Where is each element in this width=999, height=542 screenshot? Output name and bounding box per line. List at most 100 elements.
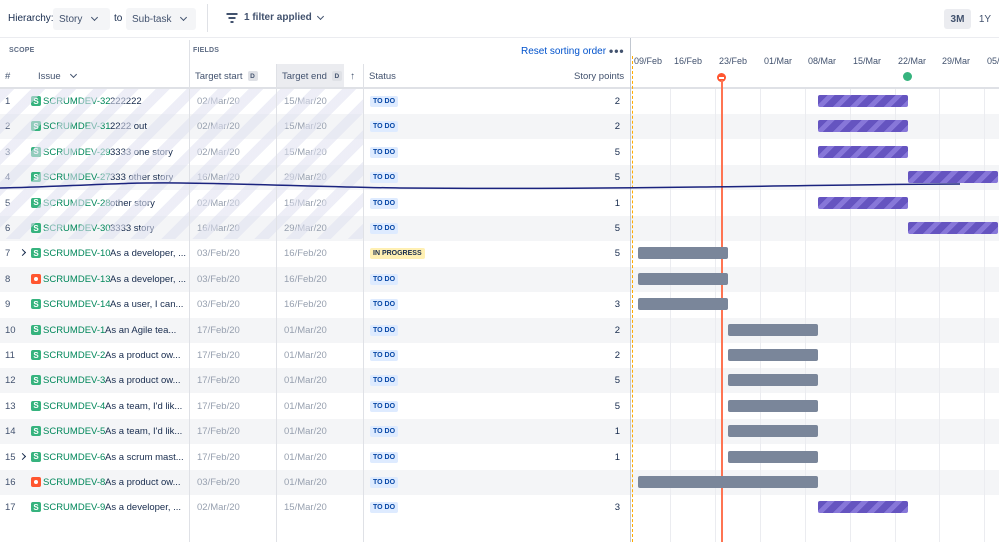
story-points-value[interactable]: 3 — [570, 495, 620, 520]
timeline-bar[interactable] — [728, 399, 819, 412]
status-badge[interactable]: TO DO — [370, 299, 399, 311]
story-points-value[interactable]: 2 — [570, 343, 620, 368]
target-end-value[interactable]: 15/Mar/20 — [284, 191, 327, 216]
issue-summary[interactable]: As a developer, ... — [110, 267, 186, 292]
timeline-bar[interactable] — [908, 171, 999, 184]
issue-summary[interactable]: As a team, I'd lik... — [105, 419, 182, 444]
issue-summary[interactable]: 2222 out — [110, 114, 147, 139]
target-start-value[interactable]: 03/Feb/20 — [197, 470, 240, 495]
status-badge[interactable]: TO DO — [370, 273, 399, 285]
target-start-value[interactable]: 17/Feb/20 — [197, 419, 240, 444]
column-target-start[interactable]: Target start D — [190, 64, 277, 88]
timeline-bar[interactable] — [728, 349, 819, 361]
issue-summary[interactable]: As a product ow... — [105, 343, 181, 368]
status-badge[interactable]: TO DO — [370, 121, 399, 133]
sort-ascending-icon[interactable]: ↑ — [350, 71, 355, 82]
story-points-value[interactable]: 5 — [570, 394, 620, 419]
target-start-value[interactable]: 02/Mar/20 — [197, 140, 240, 165]
status-badge[interactable]: TO DO — [370, 502, 399, 514]
reset-sorting-link[interactable]: Reset sorting order — [521, 46, 606, 57]
target-start-value[interactable]: 03/Feb/20 — [197, 267, 240, 292]
chevron-right-icon[interactable] — [18, 452, 27, 460]
issue-summary[interactable]: As a developer, ... — [105, 495, 181, 520]
story-points-value[interactable]: 5 — [570, 216, 620, 241]
timeline-bar[interactable] — [818, 95, 909, 107]
issue-summary[interactable]: As a product ow... — [105, 470, 181, 495]
issue-summary[interactable]: As a team, I'd lik... — [105, 394, 182, 419]
story-points-value[interactable]: 1 — [570, 445, 620, 470]
target-start-value[interactable]: 17/Feb/20 — [197, 318, 240, 343]
issue-key-link[interactable]: SCRUMDEV-1 — [43, 318, 105, 343]
zoom-3m-button[interactable]: 3M — [944, 9, 971, 29]
timeline-bar[interactable] — [818, 501, 909, 514]
story-points-value[interactable]: 2 — [570, 114, 620, 139]
story-points-value[interactable]: 1 — [570, 191, 620, 216]
target-end-value[interactable]: 15/Mar/20 — [284, 114, 327, 139]
hierarchy-from-select[interactable]: Story — [53, 8, 110, 30]
target-end-value[interactable]: 16/Feb/20 — [284, 241, 327, 266]
target-end-value[interactable]: 29/Mar/20 — [284, 165, 327, 190]
target-start-value[interactable]: 02/Mar/20 — [197, 495, 240, 520]
release-marker-icon[interactable] — [903, 72, 912, 81]
status-badge[interactable]: TO DO — [370, 477, 399, 488]
target-end-value[interactable]: 15/Mar/20 — [284, 495, 327, 520]
status-badge[interactable]: TO DO — [370, 400, 399, 412]
target-start-value[interactable]: 16/Mar/20 — [197, 165, 240, 190]
status-badge[interactable]: TO DO — [370, 350, 399, 361]
target-start-value[interactable]: 16/Mar/20 — [197, 216, 240, 241]
timeline-bar[interactable] — [818, 196, 909, 209]
target-start-value[interactable]: 03/Feb/20 — [197, 292, 240, 317]
issue-summary[interactable]: As an Agile tea... — [105, 318, 176, 343]
target-end-value[interactable]: 16/Feb/20 — [284, 267, 327, 292]
issue-key-link[interactable]: SCRUMDEV-10 — [43, 241, 111, 266]
issue-summary[interactable]: As a product ow... — [105, 368, 181, 393]
target-start-value[interactable]: 02/Mar/20 — [197, 114, 240, 139]
target-start-value[interactable]: 17/Feb/20 — [197, 394, 240, 419]
target-end-value[interactable]: 15/Mar/20 — [284, 140, 327, 165]
target-end-value[interactable]: 01/Mar/20 — [284, 394, 327, 419]
issue-summary[interactable]: other story — [110, 191, 155, 216]
issue-key-link[interactable]: SCRUMDEV-28 — [43, 191, 111, 216]
issue-key-link[interactable]: SCRUMDEV-3 — [43, 368, 105, 393]
status-badge[interactable]: TO DO — [370, 426, 399, 438]
target-start-value[interactable]: 02/Mar/20 — [197, 89, 240, 114]
target-start-value[interactable]: 02/Mar/20 — [197, 191, 240, 216]
status-badge[interactable]: TO DO — [370, 451, 399, 463]
issue-summary[interactable]: 222222 — [110, 89, 142, 114]
issue-key-link[interactable]: SCRUMDEV-9 — [43, 495, 105, 520]
issue-summary[interactable]: 333 other story — [110, 165, 173, 190]
issue-key-link[interactable]: SCRUMDEV-6 — [43, 445, 105, 470]
issue-key-link[interactable]: SCRUMDEV-31 — [43, 114, 111, 139]
story-points-value[interactable]: 1 — [570, 419, 620, 444]
timeline-bar[interactable] — [908, 222, 999, 234]
issue-key-link[interactable]: SCRUMDEV-8 — [43, 470, 105, 495]
status-badge[interactable]: TO DO — [370, 172, 399, 184]
story-points-value[interactable] — [570, 470, 620, 495]
column-target-end[interactable]: Target end D — [277, 64, 344, 88]
timeline-bar[interactable] — [728, 450, 819, 463]
timeline-bar[interactable] — [638, 247, 729, 260]
issue-summary[interactable]: As a developer, ... — [110, 241, 186, 266]
issue-key-link[interactable]: SCRUMDEV-2 — [43, 343, 105, 368]
timeline-bar[interactable] — [728, 425, 819, 438]
story-points-value[interactable]: 5 — [570, 165, 620, 190]
issue-key-link[interactable]: SCRUMDEV-5 — [43, 419, 105, 444]
column-status[interactable]: Status — [369, 64, 396, 88]
target-start-value[interactable]: 03/Feb/20 — [197, 241, 240, 266]
chevron-right-icon[interactable] — [18, 249, 27, 257]
status-badge[interactable]: TO DO — [370, 146, 399, 158]
timeline-bar[interactable] — [728, 374, 819, 387]
timeline-bar[interactable] — [638, 272, 729, 285]
target-start-value[interactable]: 17/Feb/20 — [197, 343, 240, 368]
filter-button[interactable]: 1 filter applied — [226, 12, 324, 23]
status-badge[interactable]: TO DO — [370, 324, 399, 336]
issue-key-link[interactable]: SCRUMDEV-27 — [43, 165, 111, 190]
status-badge[interactable]: TO DO — [370, 96, 399, 107]
status-badge[interactable]: TO DO — [370, 223, 399, 234]
timeline-bar[interactable] — [818, 145, 909, 158]
story-points-value[interactable] — [570, 267, 620, 292]
timeline-bar[interactable] — [818, 120, 909, 133]
column-story-points[interactable]: Story points — [574, 64, 624, 88]
target-end-value[interactable]: 15/Mar/20 — [284, 89, 327, 114]
timeline-bar[interactable] — [638, 476, 819, 488]
